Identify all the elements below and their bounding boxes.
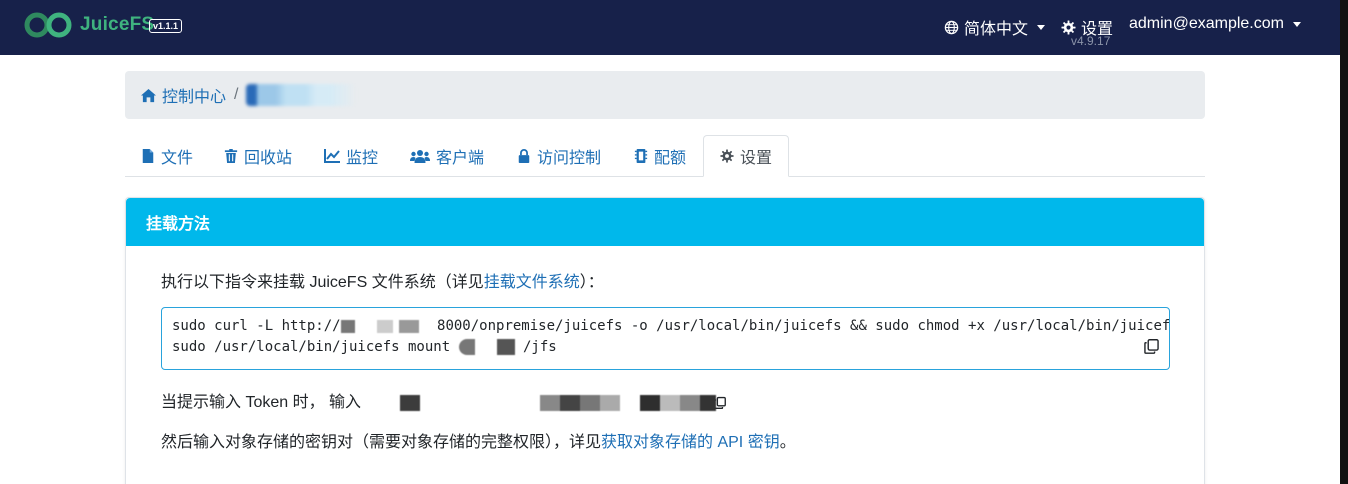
- tab-access-control[interactable]: 访问控制: [517, 135, 601, 177]
- breadcrumb: 控制中心 /: [125, 71, 1205, 119]
- tab-quota[interactable]: 配额: [634, 135, 686, 177]
- code-line1-suffix: 8000/onpremise/juicefs -o /usr/local/bin…: [437, 318, 1170, 334]
- user-dropdown[interactable]: admin@example.com: [1129, 15, 1301, 33]
- tab-label: 客户端: [436, 150, 485, 167]
- juicefs-logo-icon[interactable]: [24, 12, 76, 38]
- code-line2-suffix: /jfs: [514, 339, 557, 355]
- tab-settings[interactable]: 设置: [703, 135, 790, 177]
- tab-label: 访问控制: [537, 150, 602, 167]
- window-edge: [1340, 0, 1348, 484]
- chevron-down-icon: [1037, 24, 1046, 30]
- breadcrumb-home-label: 控制中心: [162, 89, 227, 106]
- language-dropdown[interactable]: 简体中文: [944, 15, 1046, 39]
- mount-method-card: 挂载方法 执行以下指令来挂载 JuiceFS 文件系统（详见挂载文件系统）： s…: [125, 197, 1205, 484]
- chevron-down-icon: [1292, 21, 1301, 27]
- token-prompt-label: 当提示输入 Token 时， 输入: [161, 394, 362, 411]
- code-line2-prefix: sudo /usr/local/bin/juicefs mount: [172, 339, 459, 355]
- tab-label: 配额: [654, 150, 687, 167]
- tab-files[interactable]: 文件: [141, 135, 193, 177]
- tab-label: 监控: [346, 150, 379, 167]
- mount-docs-link[interactable]: 挂载文件系统: [484, 274, 580, 291]
- logo-text[interactable]: JuiceFS: [80, 14, 154, 36]
- token-instruction: 当提示输入 Token 时， 输入: [161, 388, 726, 412]
- tab-trash[interactable]: 回收站: [224, 135, 292, 177]
- redacted-host: [340, 319, 429, 333]
- copy-icon[interactable]: [714, 396, 726, 410]
- copy-icon[interactable]: [1144, 339, 1159, 354]
- keys-suffix: 。: [779, 434, 796, 451]
- api-key-docs-link[interactable]: 获取对象存储的 API 密钥: [601, 434, 780, 451]
- object-storage-keys-text: 然后输入对象存储的密钥对（需要对象存储的完整权限），详见获取对象存储的 API …: [161, 428, 796, 452]
- redacted-volume: [458, 339, 515, 355]
- breadcrumb-volume-name-redacted: [246, 84, 357, 106]
- tab-monitoring[interactable]: 监控: [324, 135, 378, 177]
- card-title: 挂载方法: [126, 198, 1204, 246]
- trash-icon: [224, 149, 238, 163]
- gear-icon: [720, 149, 734, 163]
- code-line1-prefix: sudo curl -L http://: [172, 318, 341, 334]
- volume-tabs: 文件 回收站 监控 客户端 访问控制 配额 设置: [125, 135, 1205, 177]
- app-version: v4.9.17: [1071, 34, 1111, 48]
- breadcrumb-home-link[interactable]: 控制中心: [140, 83, 226, 107]
- tab-label: 文件: [161, 150, 194, 167]
- home-icon: [141, 88, 156, 102]
- redacted-token: [365, 394, 716, 411]
- globe-icon: [944, 20, 959, 34]
- breadcrumb-separator: /: [234, 86, 239, 103]
- user-email: admin@example.com: [1129, 15, 1284, 32]
- users-icon: [410, 150, 430, 163]
- tab-label: 设置: [740, 150, 773, 167]
- mount-intro-suffix: ）：: [579, 274, 604, 291]
- chart-line-icon: [324, 149, 340, 163]
- mount-intro-text: 执行以下指令来挂载 JuiceFS 文件系统（详见挂载文件系统）：: [161, 268, 604, 292]
- logo-version-badge: v1.1.1: [149, 19, 183, 33]
- lock-icon: [518, 149, 530, 163]
- tab-label: 回收站: [244, 150, 293, 167]
- tab-clients[interactable]: 客户端: [410, 135, 484, 177]
- memory-icon: [634, 149, 648, 163]
- file-icon: [142, 149, 154, 163]
- gear-icon: [1061, 19, 1076, 35]
- language-label: 简体中文: [964, 21, 1029, 38]
- mount-intro-prefix: 执行以下指令来挂载 JuiceFS 文件系统（详见: [161, 274, 484, 291]
- keys-prefix: 然后输入对象存储的密钥对（需要对象存储的完整权限），详见: [161, 434, 602, 451]
- mount-command-code[interactable]: sudo curl -L http:// 8000/onpremise/juic…: [161, 307, 1170, 370]
- top-navbar: JuiceFS v1.1.1 简体中文 设置 v4.9.17 admin@exa: [0, 0, 1340, 55]
